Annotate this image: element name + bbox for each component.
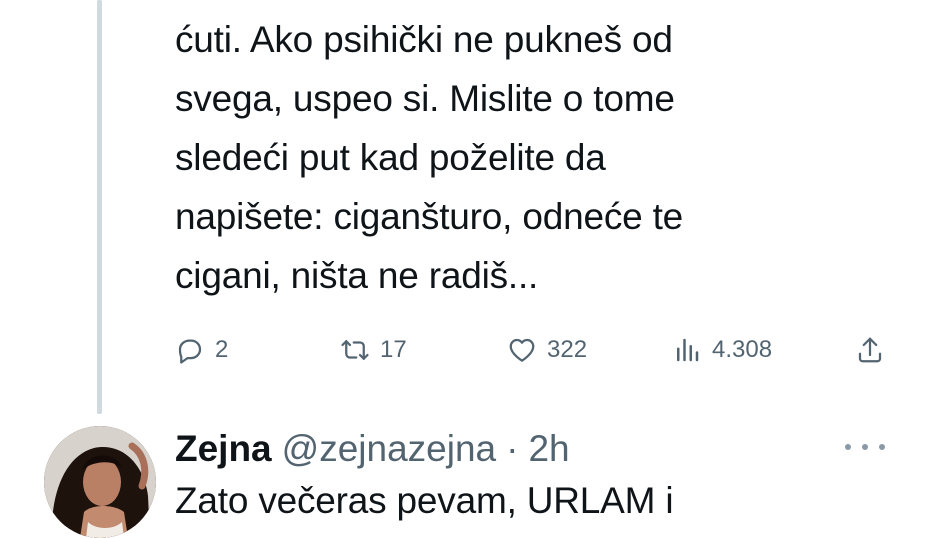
separator-dot: · — [506, 428, 519, 469]
like-count: 322 — [547, 336, 588, 363]
share-icon — [858, 337, 882, 363]
retweet-icon — [341, 340, 369, 360]
timestamp[interactable]: 2h — [528, 428, 569, 470]
avatar[interactable] — [44, 426, 156, 538]
retweet-count: 17 — [380, 336, 407, 363]
reply-tweet: Zejna @zejnazejna · 2h Zato večeras peva… — [0, 418, 930, 538]
share-button[interactable] — [855, 328, 885, 372]
tweet-actions: 2 17 322 4.308 — [175, 328, 885, 372]
reply-text: Zato večeras pevam, URLAM i — [175, 480, 674, 521]
views-icon — [677, 338, 699, 362]
like-button[interactable]: 322 — [507, 328, 587, 372]
tweet-text: ćuti. Ako psihički ne pukneš od svega, u… — [175, 19, 684, 296]
views-count: 4.308 — [712, 336, 773, 363]
author-row: Zejna @zejnazejna · 2h — [175, 428, 570, 472]
reply-icon — [178, 339, 202, 364]
author-name[interactable]: Zejna — [175, 428, 272, 470]
views-button[interactable]: 4.308 — [672, 328, 772, 372]
thread-line — [97, 0, 102, 414]
reply-button[interactable]: 2 — [175, 328, 228, 372]
author-handle[interactable]: @zejnazejna — [282, 428, 496, 470]
reply-count: 2 — [215, 336, 229, 363]
more-icon[interactable] — [845, 432, 885, 462]
heart-icon — [509, 338, 535, 362]
retweet-button[interactable]: 17 — [340, 328, 407, 372]
